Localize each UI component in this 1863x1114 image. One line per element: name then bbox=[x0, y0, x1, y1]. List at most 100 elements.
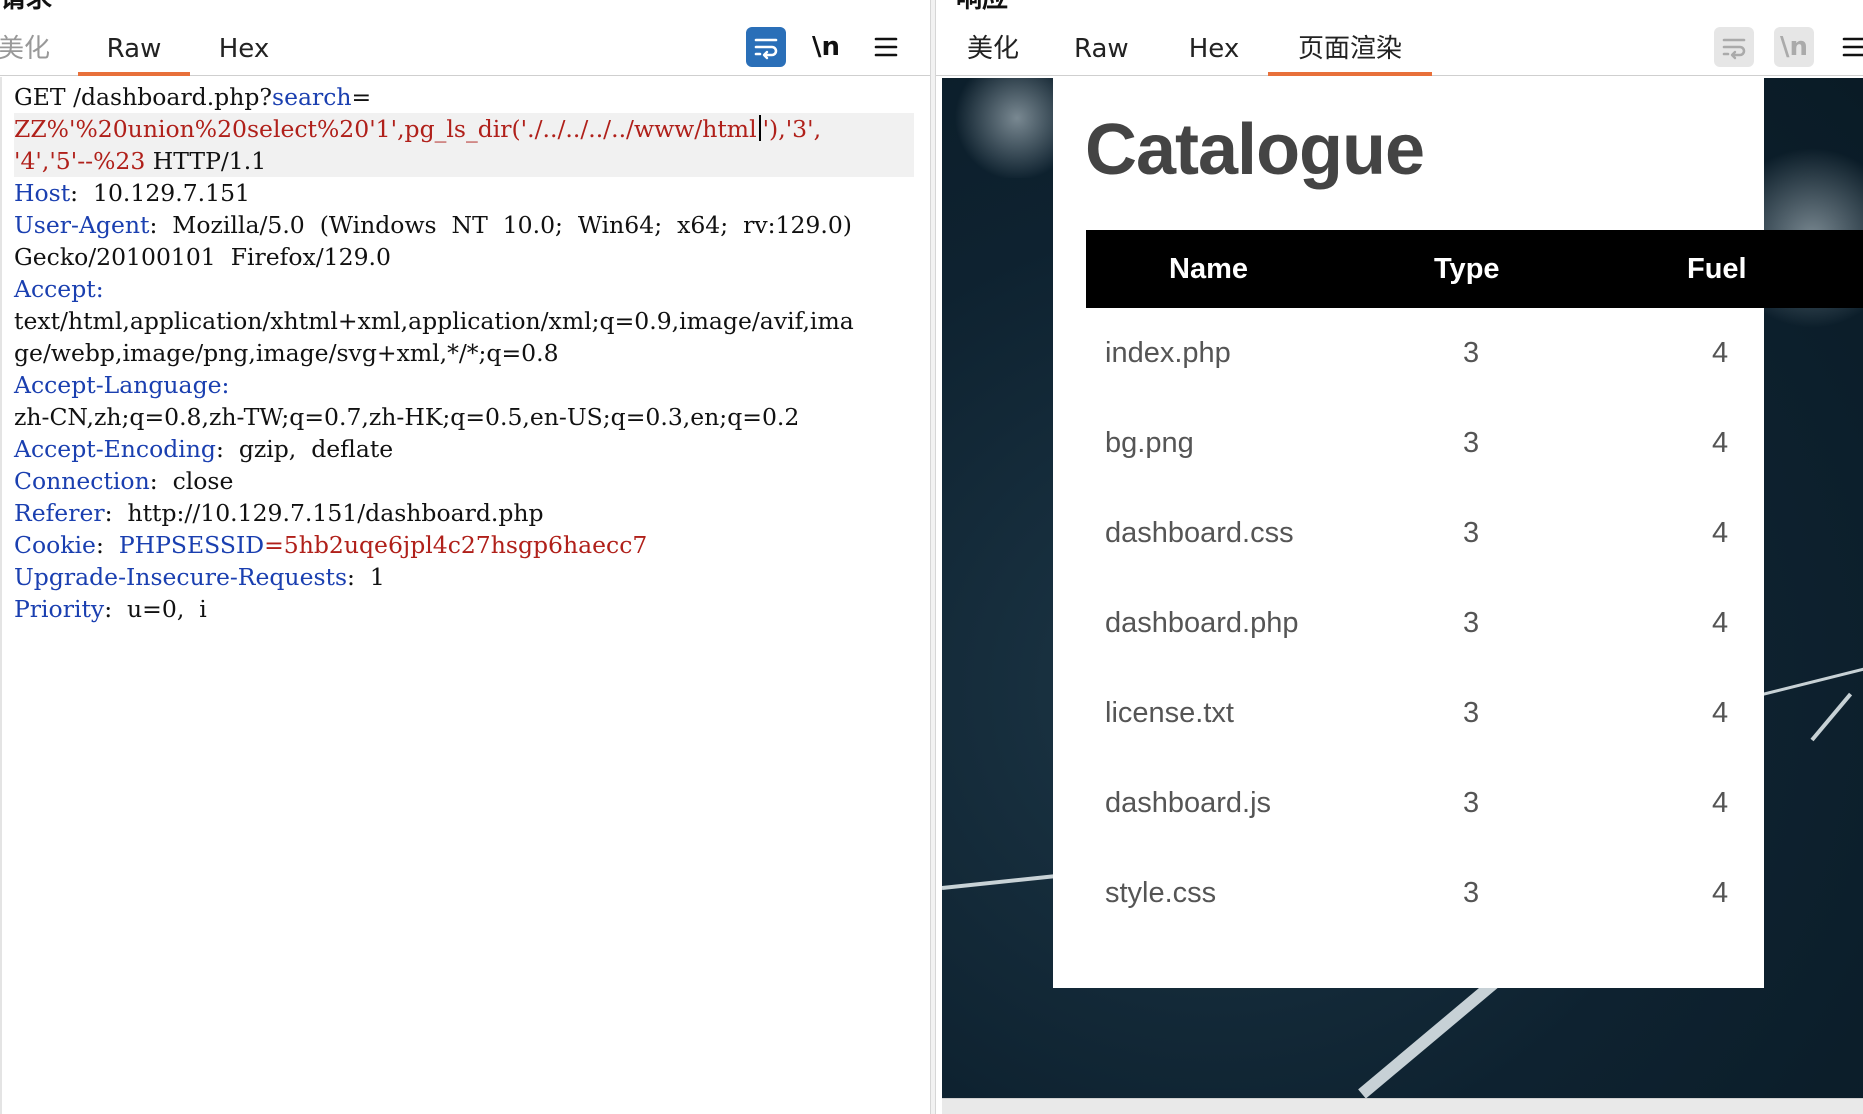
header-key: Priority bbox=[14, 595, 105, 623]
table-row: dashboard.php 3 4 bbox=[1086, 578, 1766, 668]
table-row: index.php 3 4 bbox=[1086, 308, 1766, 398]
wrap-lines-icon bbox=[1722, 38, 1746, 60]
request-line: ge/webp,image/png,image/svg+xml,*/*;q=0.… bbox=[14, 337, 914, 369]
header-key: search bbox=[272, 83, 352, 111]
cell-name: index.php bbox=[1105, 337, 1231, 369]
response-tab-pretty[interactable]: 美化 bbox=[966, 30, 1020, 76]
table-row: style.css 3 4 bbox=[1086, 848, 1766, 938]
header-key: Upgrade-Insecure-Requests bbox=[14, 563, 348, 591]
cell-name: dashboard.php bbox=[1105, 607, 1299, 639]
background-streak bbox=[1810, 692, 1853, 742]
line-text: : close bbox=[149, 467, 234, 495]
header-key: : bbox=[221, 371, 230, 399]
table-body: index.php 3 4 bg.png 3 4 dashboard.css 3 4 dashbo… bbox=[1086, 308, 1766, 938]
header-key: Accept-Language bbox=[14, 371, 222, 399]
request-text: GET /dashboard.php?search= ZZ%'%20union%2… bbox=[14, 81, 914, 625]
header-key: Cookie bbox=[14, 531, 96, 559]
request-line: Upgrade-Insecure-Requests: 1 bbox=[14, 561, 914, 593]
line-text: HTTP/1.1 bbox=[145, 147, 267, 175]
request-line: User-Agent: Mozilla/5.0 (Windows NT 10.0… bbox=[14, 209, 914, 241]
response-panel-title: 响应 bbox=[956, 0, 1008, 12]
cell-fuel: 4 bbox=[1712, 517, 1729, 549]
request-line: Referer: http://10.129.7.151/dashboard.p… bbox=[14, 497, 914, 529]
line-text: : Mozilla/5.0 (Windows NT 10.0; Win64; x… bbox=[149, 211, 852, 239]
table-row: dashboard.js 3 4 bbox=[1086, 758, 1766, 848]
page-title: Catalogue bbox=[1085, 110, 1425, 190]
cell-name: dashboard.css bbox=[1105, 517, 1294, 549]
cell-type: 3 bbox=[1463, 427, 1480, 459]
response-tabbar: 美化 Raw Hex 页面渲染 \n bbox=[936, 20, 1863, 76]
column-header-type: Type bbox=[1434, 253, 1500, 285]
line-text: = bbox=[351, 83, 372, 111]
rendered-page-viewport[interactable]: Catalogue Name Type Fuel index.php 3 4 bg.p… bbox=[942, 78, 1863, 1098]
cell-name: license.txt bbox=[1105, 697, 1234, 729]
request-tab-raw[interactable]: Raw bbox=[78, 30, 190, 76]
menu-icon bbox=[1842, 37, 1863, 57]
request-tab-hex[interactable]: Hex bbox=[214, 30, 274, 76]
request-editor[interactable]: GET /dashboard.php?search= ZZ%'%20union%2… bbox=[0, 77, 930, 1114]
request-tab-pretty[interactable]: 美化 bbox=[0, 30, 50, 76]
header-key: : bbox=[95, 275, 104, 303]
header-key: Referer bbox=[14, 499, 105, 527]
line-text: Gecko/20100101 Firefox/129.0 bbox=[14, 243, 391, 271]
cell-fuel: 4 bbox=[1712, 607, 1729, 639]
request-line: Connection: close bbox=[14, 465, 914, 497]
response-newline-toggle-button[interactable]: \n bbox=[1774, 27, 1814, 67]
response-menu-button[interactable] bbox=[1834, 27, 1863, 67]
line-text: text/html,application/xhtml+xml,applicat… bbox=[14, 307, 854, 335]
table-header: Name Type Fuel bbox=[1086, 230, 1863, 308]
cell-fuel: 4 bbox=[1712, 427, 1729, 459]
table-row: bg.png 3 4 bbox=[1086, 398, 1766, 488]
request-line: Priority: u=0, i bbox=[14, 593, 914, 625]
app-root: 请求 美化 Raw Hex \n bbox=[0, 0, 1863, 1114]
newline-toggle-icon: \n bbox=[1779, 32, 1808, 62]
line-text: zh-CN,zh;q=0.8,zh-TW;q=0.7,zh-HK;q=0.5,e… bbox=[14, 403, 800, 431]
newline-toggle-icon: \n bbox=[811, 32, 840, 62]
cell-type: 3 bbox=[1463, 877, 1480, 909]
column-header-name: Name bbox=[1169, 253, 1248, 285]
table-row: dashboard.css 3 4 bbox=[1086, 488, 1766, 578]
cell-fuel: 4 bbox=[1712, 787, 1729, 819]
response-wrap-lines-button[interactable] bbox=[1714, 27, 1754, 67]
line-text: GET /dashboard.php? bbox=[14, 83, 273, 111]
request-line: Accept: bbox=[14, 273, 914, 305]
cell-fuel: 4 bbox=[1712, 697, 1729, 729]
cell-fuel: 4 bbox=[1712, 877, 1729, 909]
request-line: Cookie: PHPSESSID=5hb2uqe6jpl4c27hsgp6ha… bbox=[14, 529, 914, 561]
table-row: license.txt 3 4 bbox=[1086, 668, 1766, 758]
line-text: : http://10.129.7.151/dashboard.php bbox=[104, 499, 544, 527]
wrap-lines-button[interactable] bbox=[746, 27, 786, 67]
response-tab-render[interactable]: 页面渲染 bbox=[1268, 30, 1432, 76]
cell-type: 3 bbox=[1463, 787, 1480, 819]
response-panel: 响应 美化 Raw Hex 页面渲染 \n bbox=[936, 0, 1863, 1114]
cell-type: 3 bbox=[1463, 607, 1480, 639]
menu-icon bbox=[874, 37, 898, 57]
cell-type: 3 bbox=[1463, 697, 1480, 729]
horizontal-scrollbar[interactable] bbox=[942, 1098, 1863, 1114]
request-line: Accept-Encoding: gzip, deflate bbox=[14, 433, 914, 465]
header-key: Host bbox=[14, 179, 71, 207]
request-panel: 请求 美化 Raw Hex \n bbox=[0, 0, 930, 1114]
request-line: ZZ%'%20union%20select%20'1',pg_ls_dir('.… bbox=[14, 113, 914, 145]
newline-toggle-button[interactable]: \n bbox=[806, 27, 846, 67]
cell-type: 3 bbox=[1463, 517, 1480, 549]
cell-name: style.css bbox=[1105, 877, 1217, 909]
line-text: ge/webp,image/png,image/svg+xml,*/*;q=0.… bbox=[14, 339, 559, 367]
column-header-fuel: Fuel bbox=[1687, 253, 1747, 285]
header-key: PHPSESSID bbox=[118, 531, 265, 559]
cell-fuel: 4 bbox=[1712, 337, 1729, 369]
request-line: zh-CN,zh;q=0.8,zh-TW;q=0.7,zh-HK;q=0.5,e… bbox=[14, 401, 914, 433]
request-panel-title: 请求 bbox=[0, 0, 52, 12]
request-line: Accept-Language: bbox=[14, 369, 914, 401]
line-text: : 10.129.7.151 bbox=[70, 179, 250, 207]
line-text: : bbox=[95, 531, 119, 559]
request-menu-button[interactable] bbox=[866, 27, 906, 67]
request-line: text/html,application/xhtml+xml,applicat… bbox=[14, 305, 914, 337]
request-tabbar: 美化 Raw Hex \n bbox=[0, 20, 930, 76]
background-streak bbox=[942, 873, 1062, 890]
cell-type: 3 bbox=[1463, 337, 1480, 369]
cell-name: dashboard.js bbox=[1105, 787, 1272, 819]
response-tab-hex[interactable]: Hex bbox=[1188, 30, 1240, 76]
response-tab-raw[interactable]: Raw bbox=[1074, 30, 1129, 76]
text-cursor bbox=[758, 115, 761, 141]
